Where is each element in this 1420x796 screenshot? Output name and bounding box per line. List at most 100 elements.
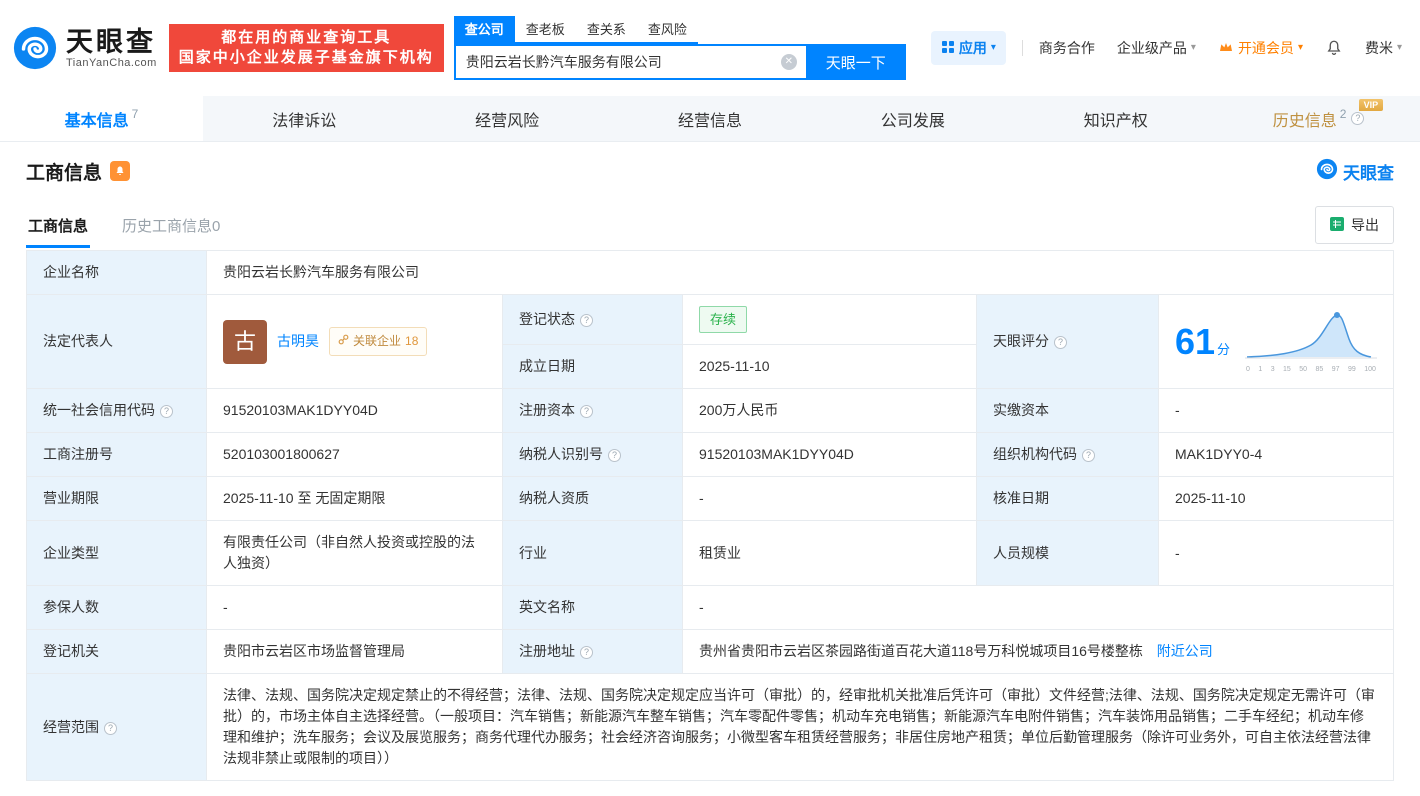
apps-menu[interactable]: 应用 ▾ bbox=[930, 31, 1006, 65]
tab-count: 2 bbox=[1339, 107, 1347, 121]
help-icon[interactable]: ? bbox=[160, 405, 173, 418]
address-text: 贵州省贵阳市云岩区茶园路街道百花大道118号万科悦城项目16号楼整栋 bbox=[699, 643, 1143, 659]
tab-history-info[interactable]: VIP 历史信息 2 ? bbox=[1217, 96, 1420, 141]
tab-legal-lawsuits[interactable]: 法律诉讼 bbox=[203, 96, 406, 141]
tab-label: 知识产权 bbox=[1083, 112, 1148, 130]
tab-intellectual-property[interactable]: 知识产权 bbox=[1014, 96, 1217, 141]
promo-banner-line2: 国家中小企业发展子基金旗下机构 bbox=[178, 49, 434, 66]
company-type-label: 企业类型 bbox=[26, 520, 207, 586]
score-cell: 61 分 01 3 15 50 85 97 99 100 bbox=[1158, 294, 1394, 389]
tab-basic-info[interactable]: 基本信息 7 bbox=[0, 96, 203, 141]
watermark-brand-text: 天眼查 bbox=[1343, 163, 1394, 183]
business-info-table: 企业名称 贵阳云岩长黔汽车服务有限公司 法定代表人 古 古明昊 关联企业 18 … bbox=[26, 250, 1394, 781]
reg-status-value: 存续 bbox=[682, 294, 977, 345]
nav-divider bbox=[1021, 40, 1023, 56]
apps-label: 应用 bbox=[958, 40, 987, 56]
table-row: 经营范围? 法律、法规、国务院决定规定禁止的不得经营；法律、法规、国务院决定规定… bbox=[26, 673, 1394, 781]
search-input[interactable] bbox=[453, 44, 806, 80]
table-row: 法定代表人 古 古明昊 关联企业 18 登记状态 ? 存续 天眼评分 ? 61 … bbox=[26, 294, 1394, 389]
export-sheet-icon bbox=[1330, 216, 1344, 234]
table-row: 登记机关 贵阳市云岩区市场监督管理局 注册地址? 贵州省贵阳市云岩区茶园路街道百… bbox=[26, 629, 1394, 674]
business-scope-value: 法律、法规、国务院决定规定禁止的不得经营；法律、法规、国务院决定规定应当许可（审… bbox=[206, 673, 1394, 781]
search-tab-risk[interactable]: 查风险 bbox=[637, 16, 698, 42]
user-menu[interactable]: 费米 ▾ bbox=[1365, 38, 1402, 58]
chevron-down-icon: ▾ bbox=[1396, 42, 1402, 53]
crown-icon bbox=[1218, 40, 1234, 57]
nearby-companies-link[interactable]: 附近公司 bbox=[1157, 643, 1213, 659]
nav-cooperation[interactable]: 商务合作 bbox=[1039, 38, 1095, 58]
subtabs-row: 工商信息 历史工商信息0 导出 bbox=[26, 200, 1394, 250]
tab-label: 经营信息 bbox=[678, 112, 743, 130]
tab-business-info[interactable]: 经营信息 bbox=[609, 96, 812, 141]
paid-capital-value: - bbox=[1158, 388, 1394, 433]
score-chart: 01 3 15 50 85 97 99 100 bbox=[1245, 309, 1377, 374]
help-icon[interactable]: ? bbox=[580, 314, 593, 327]
tab-label: 法律诉讼 bbox=[272, 112, 337, 130]
nav-vip[interactable]: 开通会员 ▾ bbox=[1218, 38, 1303, 58]
related-companies-count: 18 bbox=[405, 334, 419, 348]
subtab-business-registration[interactable]: 工商信息 bbox=[26, 203, 91, 248]
help-icon[interactable]: ? bbox=[104, 721, 117, 735]
search-tab-boss[interactable]: 查老板 bbox=[515, 16, 576, 42]
bell-icon bbox=[1327, 40, 1341, 55]
table-row: 统一社会信用代码? 91520103MAK1DYY04D 注册资本? 200万人… bbox=[26, 388, 1394, 433]
approve-date-value: 2025-11-10 bbox=[1158, 476, 1394, 521]
tianyancha-logo[interactable]: 天眼查 TianYanCha.com bbox=[12, 25, 157, 71]
reg-capital-value: 200万人民币 bbox=[682, 388, 977, 433]
status-badge: 存续 bbox=[699, 306, 748, 333]
cooperation-label: 商务合作 bbox=[1038, 40, 1095, 56]
search-tabs: 查公司 查老板 查关系 查风险 bbox=[453, 16, 698, 44]
table-row: 参保人数 - 英文名称 - bbox=[26, 585, 1394, 630]
tab-label: 经营风险 bbox=[475, 112, 540, 130]
insured-label: 参保人数 bbox=[26, 585, 207, 630]
org-code-label: 组织机构代码? bbox=[976, 432, 1159, 477]
score-number: 61 分 bbox=[1175, 320, 1231, 362]
vip-badge: VIP bbox=[1358, 99, 1384, 111]
chevron-down-icon: ▾ bbox=[990, 42, 996, 53]
score-curve bbox=[1245, 312, 1377, 359]
tab-label: 历史信息 bbox=[1272, 112, 1337, 130]
help-icon[interactable]: ? bbox=[580, 646, 593, 659]
search-tab-relation[interactable]: 查关系 bbox=[576, 16, 637, 42]
help-icon[interactable]: ? bbox=[580, 405, 593, 418]
business-scope-label: 经营范围? bbox=[26, 673, 207, 781]
search-tab-company[interactable]: 查公司 bbox=[453, 16, 515, 42]
search-button[interactable]: 天眼一下 bbox=[805, 44, 906, 80]
apps-grid-icon bbox=[941, 40, 955, 57]
score-axis: 01 3 15 50 85 97 99 100 bbox=[1246, 366, 1376, 373]
help-icon[interactable]: ? bbox=[1054, 336, 1067, 349]
credit-code-value: 91520103MAK1DYY04D bbox=[206, 388, 503, 433]
staff-size-label: 人员规模 bbox=[976, 520, 1159, 586]
credit-code-label: 统一社会信用代码? bbox=[26, 388, 207, 433]
tab-operation-risk[interactable]: 经营风险 bbox=[406, 96, 609, 141]
export-button[interactable]: 导出 bbox=[1315, 206, 1394, 244]
notifications-bell[interactable] bbox=[1325, 39, 1343, 57]
subtab-history-registration[interactable]: 历史工商信息0 bbox=[120, 203, 222, 248]
help-icon[interactable]: ? bbox=[1082, 449, 1095, 462]
subscribe-bell-icon[interactable] bbox=[110, 161, 131, 181]
nav-enterprise[interactable]: 企业级产品 ▾ bbox=[1117, 38, 1196, 58]
taxpayer-quality-value: - bbox=[682, 476, 977, 521]
table-row: 工商注册号 520103001800627 纳税人识别号? 91520103MA… bbox=[26, 432, 1394, 477]
tianyancha-mini-icon bbox=[1316, 158, 1338, 185]
staff-size-value: - bbox=[1158, 520, 1394, 586]
watermark-brand: 天眼查 bbox=[1316, 158, 1394, 185]
link-icon bbox=[338, 331, 349, 352]
legal-rep-avatar[interactable]: 古 bbox=[223, 319, 267, 364]
industry-label: 行业 bbox=[502, 520, 683, 586]
reg-authority-label: 登记机关 bbox=[26, 629, 207, 674]
reg-number-label: 工商注册号 bbox=[26, 432, 207, 477]
address-label: 注册地址? bbox=[502, 629, 683, 674]
business-term-label: 营业期限 bbox=[26, 476, 207, 521]
clear-icon[interactable]: ✕ bbox=[780, 54, 797, 70]
chevron-down-icon: ▾ bbox=[1190, 42, 1196, 53]
promo-banner-line1: 都在用的商业查询工具 bbox=[221, 29, 392, 46]
legal-rep-name-link[interactable]: 古明昊 bbox=[277, 331, 319, 352]
org-code-value: MAK1DYY0-4 bbox=[1158, 432, 1394, 477]
tab-company-development[interactable]: 公司发展 bbox=[811, 96, 1014, 141]
help-icon[interactable]: ? bbox=[1351, 112, 1365, 125]
help-icon[interactable]: ? bbox=[608, 449, 621, 462]
related-companies-tag[interactable]: 关联企业 18 bbox=[329, 327, 428, 356]
company-type-value: 有限责任公司（非自然人投资或控股的法人独资） bbox=[206, 520, 503, 586]
page-title: 工商信息 bbox=[26, 162, 103, 184]
